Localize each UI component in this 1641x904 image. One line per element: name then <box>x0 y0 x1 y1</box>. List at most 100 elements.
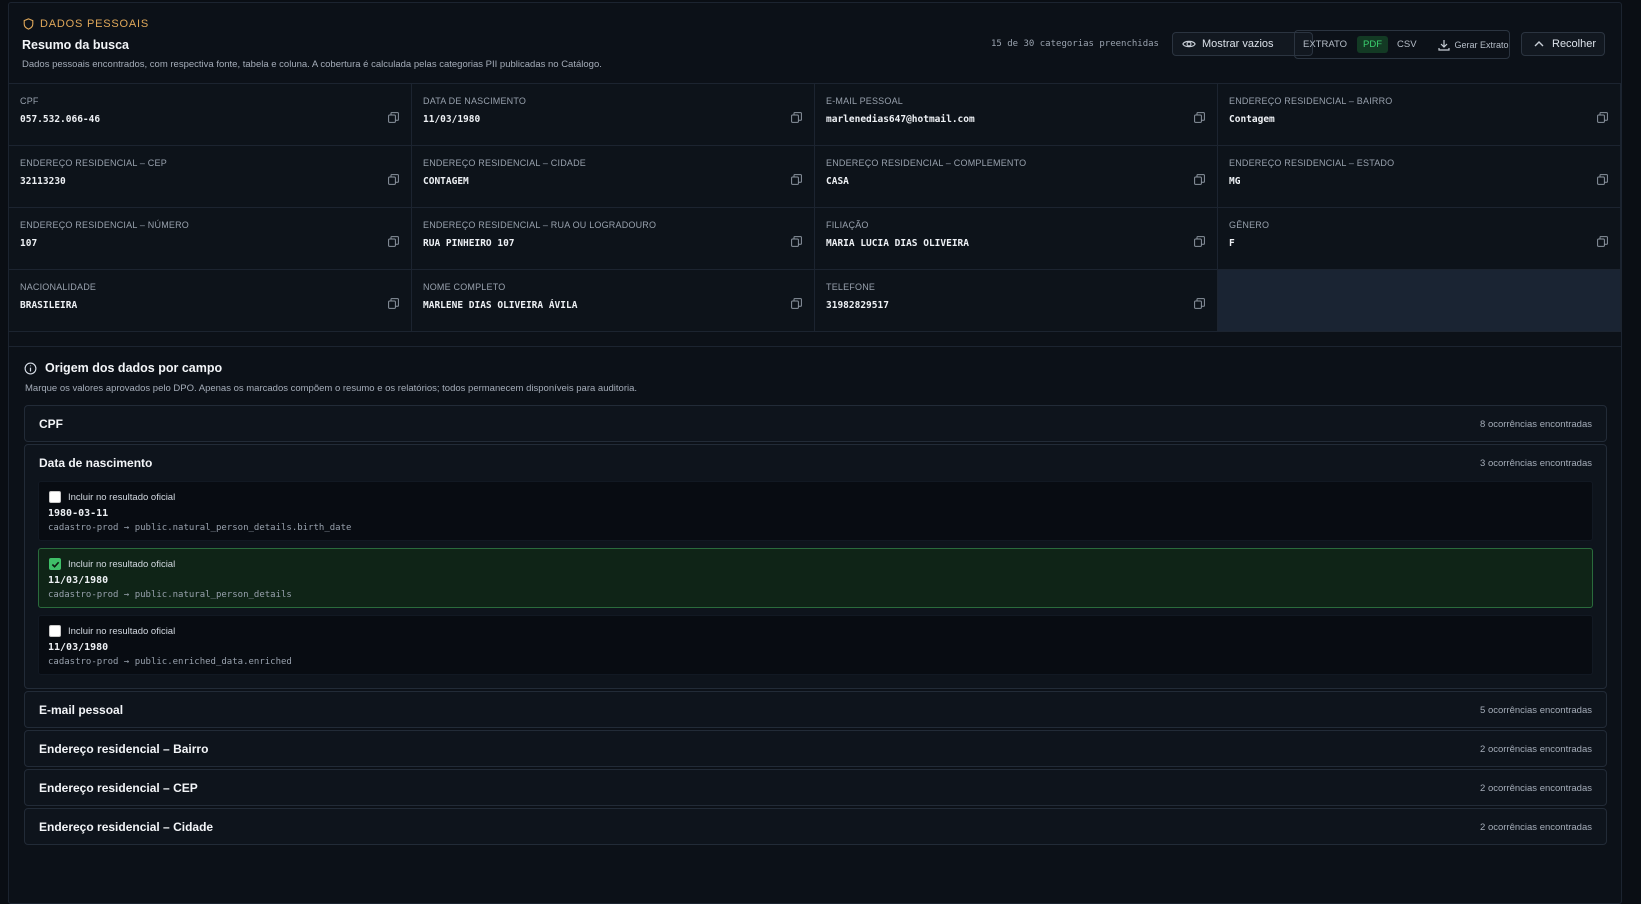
copy-icon[interactable] <box>388 112 399 123</box>
pii-panel: DADOS PESSOAIS Resumo da busca Dados pes… <box>8 2 1622 904</box>
group-count: 2 ocorrências encontradas <box>1480 783 1592 794</box>
group-title[interactable]: CPF <box>39 417 63 431</box>
include-label: Incluir no resultado oficial <box>68 559 176 570</box>
source-group[interactable]: Data de nascimento 3 ocorrências encontra… <box>24 444 1607 689</box>
field-value: 32113230 <box>20 176 66 187</box>
field-cell: NOME COMPLETO MARLENE DIAS OLIVEIRA ÁVILA <box>412 270 815 332</box>
coverage-count: 15 de 30 categorias preenchidas <box>991 39 1159 49</box>
group-count: 2 ocorrências encontradas <box>1480 744 1592 755</box>
include-checkbox[interactable] <box>49 625 61 637</box>
field-value: RUA PINHEIRO 107 <box>423 238 515 249</box>
field-cell: ENDEREÇO RESIDENCIAL – COMPLEMENTO CASA <box>815 146 1218 208</box>
source-group[interactable]: E-mail pessoal 5 ocorrências encontradas <box>24 691 1607 728</box>
csv-option[interactable]: CSV <box>1397 39 1417 50</box>
divider <box>9 346 1621 347</box>
field-value: 31982829517 <box>826 300 889 311</box>
section-tag: DADOS PESSOAIS <box>23 18 149 30</box>
page-description: Dados pessoais encontrados, com respecti… <box>22 59 602 70</box>
field-label: ENDEREÇO RESIDENCIAL – NÚMERO <box>20 220 189 230</box>
occurrence-source: cadastro-prod → public.natural_person_de… <box>48 590 292 600</box>
group-count: 5 ocorrências encontradas <box>1480 705 1592 716</box>
field-value: 057.532.066-46 <box>20 114 101 125</box>
copy-icon[interactable] <box>388 298 399 309</box>
copy-icon[interactable] <box>1194 298 1205 309</box>
source-group[interactable]: CPF 8 ocorrências encontradas <box>24 405 1607 442</box>
generate-extract-button[interactable]: Gerar Extrato <box>1437 39 1509 51</box>
field-cell: ENDEREÇO RESIDENCIAL – CEP 32113230 <box>9 146 412 208</box>
field-label: ENDEREÇO RESIDENCIAL – COMPLEMENTO <box>826 158 1027 168</box>
occurrence-value: 1980-03-11 <box>48 508 109 519</box>
copy-icon[interactable] <box>1194 236 1205 247</box>
copy-icon[interactable] <box>791 174 802 185</box>
field-cell: CPF 057.532.066-46 <box>9 84 412 146</box>
field-label: FILIAÇÃO <box>826 220 869 230</box>
origin-heading: Origem dos dados por campo <box>24 361 222 375</box>
field-label: DATA DE NASCIMENTO <box>423 96 527 106</box>
page-title: Resumo da busca <box>22 38 129 52</box>
field-label: ENDEREÇO RESIDENCIAL – ESTADO <box>1229 158 1395 168</box>
group-title[interactable]: Endereço residencial – Cidade <box>39 820 213 834</box>
copy-icon[interactable] <box>1597 112 1608 123</box>
copy-icon[interactable] <box>791 112 802 123</box>
group-count: 2 ocorrências encontradas <box>1480 822 1592 833</box>
info-icon <box>24 362 37 374</box>
empty-cell <box>1218 270 1621 332</box>
field-value: MARIA LUCIA DIAS OLIVEIRA <box>826 238 969 249</box>
group-title[interactable]: E-mail pessoal <box>39 703 123 717</box>
field-label: GÊNERO <box>1229 220 1270 230</box>
field-cell: ENDEREÇO RESIDENCIAL – RUA OU LOGRADOURO… <box>412 208 815 270</box>
occurrence-item: Incluir no resultado oficial 11/03/1980 ca… <box>38 615 1593 675</box>
field-value: marlenedias647@hotmail.com <box>826 114 975 125</box>
field-cell: DATA DE NASCIMENTO 11/03/1980 <box>412 84 815 146</box>
group-title[interactable]: Endereço residencial – Bairro <box>39 742 208 756</box>
field-label: ENDEREÇO RESIDENCIAL – CEP <box>20 158 167 168</box>
source-group[interactable]: Endereço residencial – Bairro 2 ocorrênci… <box>24 730 1607 767</box>
copy-icon[interactable] <box>388 174 399 185</box>
field-value: CONTAGEM <box>423 176 469 187</box>
show-empty-button[interactable]: Mostrar vazios <box>1172 32 1313 56</box>
copy-icon[interactable] <box>791 298 802 309</box>
field-label: ENDEREÇO RESIDENCIAL – BAIRRO <box>1229 96 1393 106</box>
field-cell: NACIONALIDADE BRASILEIRA <box>9 270 412 332</box>
copy-icon[interactable] <box>1597 174 1608 185</box>
field-cell: ENDEREÇO RESIDENCIAL – ESTADO MG <box>1218 146 1621 208</box>
field-value: MARLENE DIAS OLIVEIRA ÁVILA <box>423 300 578 311</box>
copy-icon[interactable] <box>1597 236 1608 247</box>
extract-label: EXTRATO <box>1303 39 1347 50</box>
section-tag-label: DADOS PESSOAIS <box>40 18 150 30</box>
source-group[interactable]: Endereço residencial – CEP 2 ocorrências … <box>24 769 1607 806</box>
occurrence-value: 11/03/1980 <box>48 575 109 586</box>
field-label: NACIONALIDADE <box>20 282 97 292</box>
shield-icon <box>23 18 34 30</box>
field-cell: E-MAIL PESSOAL marlenedias647@hotmail.com <box>815 84 1218 146</box>
group-title[interactable]: Endereço residencial – CEP <box>39 781 198 795</box>
group-title[interactable]: Data de nascimento <box>39 456 152 470</box>
field-value: 11/03/1980 <box>423 114 481 125</box>
include-checkbox[interactable] <box>49 491 61 503</box>
copy-icon[interactable] <box>791 236 802 247</box>
chevron-up-icon <box>1534 41 1544 47</box>
origin-description: Marque os valores aprovados pelo DPO. Ap… <box>25 383 638 394</box>
include-label: Incluir no resultado oficial <box>68 626 176 637</box>
copy-icon[interactable] <box>1194 112 1205 123</box>
field-value: CASA <box>826 176 849 187</box>
copy-icon[interactable] <box>1194 174 1205 185</box>
extract-group: EXTRATO PDF CSV Gerar Extrato <box>1294 30 1510 59</box>
pdf-option[interactable]: PDF <box>1357 36 1388 53</box>
occurrence-source: cadastro-prod → public.natural_person_de… <box>48 523 352 533</box>
source-group[interactable]: Endereço residencial – Cidade 2 ocorrênci… <box>24 808 1607 845</box>
field-label: ENDEREÇO RESIDENCIAL – CIDADE <box>423 158 587 168</box>
copy-icon[interactable] <box>388 236 399 247</box>
include-checkbox[interactable] <box>49 558 61 570</box>
field-cell: GÊNERO F <box>1218 208 1621 270</box>
field-label: TELEFONE <box>826 282 876 292</box>
collapse-button[interactable]: Recolher <box>1521 32 1605 56</box>
field-value: MG <box>1229 176 1241 187</box>
download-icon <box>1437 39 1450 51</box>
occurrence-source: cadastro-prod → public.enriched_data.enr… <box>48 657 292 667</box>
field-cell: FILIAÇÃO MARIA LUCIA DIAS OLIVEIRA <box>815 208 1218 270</box>
field-value: F <box>1229 238 1235 249</box>
occurrence-item: Incluir no resultado oficial 11/03/1980 ca… <box>38 548 1593 608</box>
fields-grid: CPF 057.532.066-46 DATA DE NASCIMENTO 11/03… <box>9 83 1621 332</box>
field-cell: ENDEREÇO RESIDENCIAL – BAIRRO Contagem <box>1218 84 1621 146</box>
